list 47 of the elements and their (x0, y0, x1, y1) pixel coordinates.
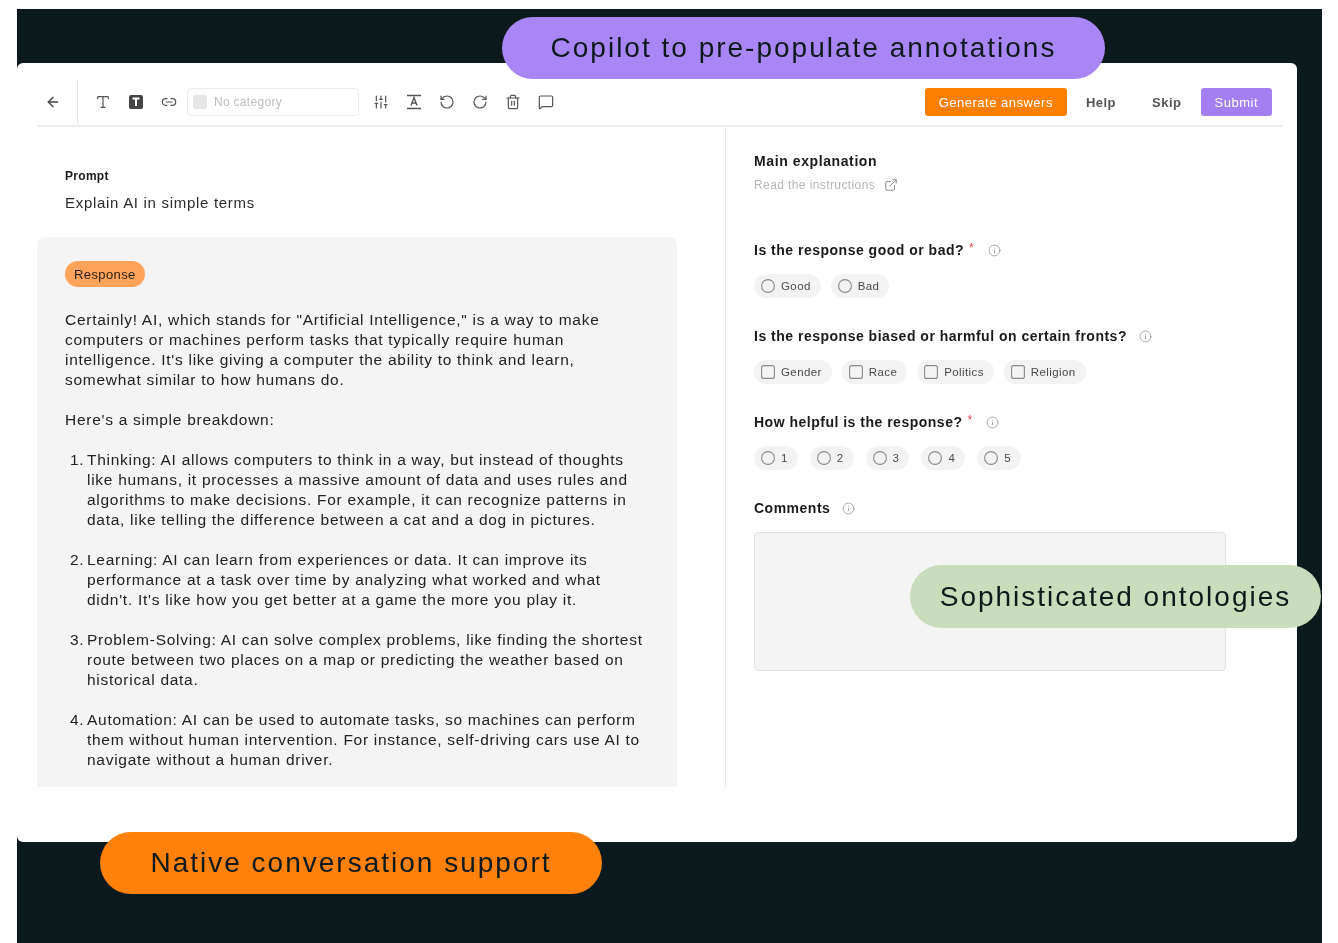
text-block-icon[interactable] (128, 94, 144, 110)
external-link-icon[interactable] (884, 178, 899, 192)
feature-tooltip: Native conversation support (100, 832, 602, 894)
radio-option[interactable]: Bad (830, 274, 890, 298)
checkbox-option[interactable]: Gender (754, 360, 832, 384)
radio-option[interactable]: 4 (921, 446, 966, 470)
response-tag: Response (65, 261, 145, 287)
question-label: Is the response biased or harmful on certain fronts? (754, 327, 1127, 346)
redo-icon[interactable] (472, 94, 488, 110)
feature-tooltip: Sophisticated ontologies (910, 565, 1321, 628)
response-paragraph: Here's a simple breakdown: (65, 410, 276, 430)
prompt-label: Prompt (65, 168, 110, 184)
list-number: 1. (69, 450, 86, 470)
category-select[interactable]: No category (187, 88, 359, 116)
required-mark: * (967, 412, 973, 428)
question-label: Comments (754, 499, 831, 518)
list-number: 2. (69, 550, 86, 570)
prompt-text: Explain AI in simple terms (65, 194, 256, 212)
checkbox-option[interactable]: Politics (917, 360, 994, 384)
list-item-text: Automation: AI can be used to automate tasks, so machines can perform them without human intervention. For instance, self-driving cars use AI to navigate without a human driver. (87, 710, 641, 770)
text-icon[interactable] (95, 94, 111, 110)
response-paragraph: Certainly! AI, which stands for "Artificial Intelligence," is a way to make computers or machines perform tasks that typically require human intelligence. It's like giving a computer the ability to think and learn, somewhat similar to how humans do. (65, 310, 601, 390)
text-style-icon[interactable] (406, 94, 422, 110)
checkbox-option[interactable]: Race (841, 360, 908, 384)
question-label: Is the response good or bad? (754, 241, 965, 260)
list-item-text: Learning: AI can learn from experiences or data. It can improve its performance at a task over time by analyzing what worked and what didn't. It's like how you get better at a game the more you play it. (87, 550, 602, 610)
list-item-text: Problem-Solving: AI can solve complex problems, like finding the shortest route between two places on a map or predicting the weather based on historical data. (87, 630, 644, 690)
swatch-icon (193, 95, 207, 109)
feature-tooltip: Copilot to pre-populate annotations (502, 17, 1105, 79)
radio-option[interactable]: 3 (865, 446, 910, 470)
required-mark: * (969, 240, 974, 256)
list-number: 4. (69, 710, 86, 730)
sliders-icon[interactable] (373, 94, 389, 110)
trash-icon[interactable] (505, 94, 521, 110)
checkbox-option[interactable]: Religion (1003, 360, 1086, 384)
radio-option[interactable]: 2 (809, 446, 854, 470)
radio-option[interactable]: 1 (754, 446, 798, 470)
text-button[interactable]: Skip (1135, 88, 1199, 116)
undo-icon[interactable] (439, 94, 455, 110)
radio-option[interactable]: 5 (977, 446, 1021, 470)
form-title: Main explanation (754, 152, 879, 170)
question-label: How helpful is the response? (754, 413, 963, 432)
radio-option[interactable]: Good (754, 274, 821, 298)
list-number: 3. (69, 630, 86, 650)
comment-icon[interactable] (538, 94, 554, 110)
text-button[interactable]: Help (1068, 88, 1134, 116)
list-item-text: Thinking: AI allows computers to think in a way, but instead of thoughts like humans, it processes a massive amount of data and uses rules and algorithms to make decisions. For example, it can recognize patterns in data, like telling the difference between a cat and a dog in pictures. (87, 450, 629, 530)
